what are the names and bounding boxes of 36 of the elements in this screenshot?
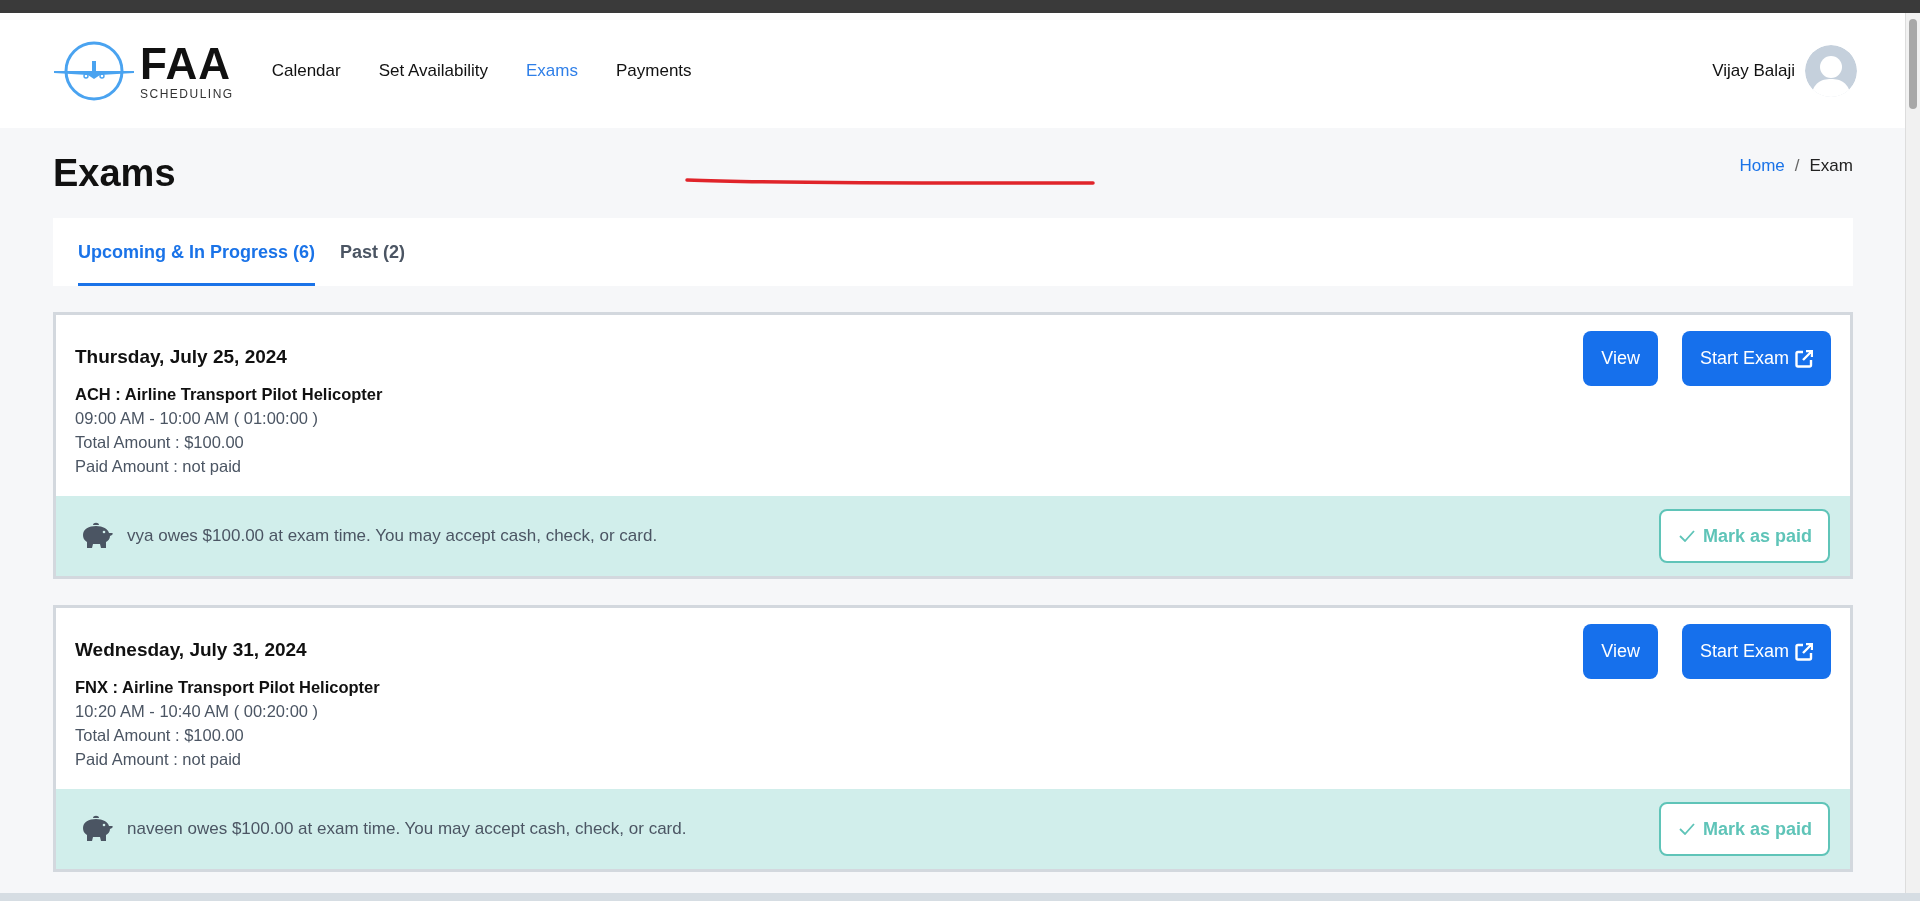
- nav-link[interactable]: Payments: [615, 60, 692, 81]
- tab[interactable]: Past (2): [340, 218, 406, 286]
- exam-date: Wednesday, July 31, 2024: [75, 639, 308, 661]
- total-amount: Total Amount : $100.00: [75, 433, 245, 452]
- breadcrumb-separator: /: [1794, 156, 1800, 176]
- view-button[interactable]: View: [1583, 624, 1658, 679]
- external-link-icon: [1795, 642, 1813, 661]
- check-icon: [1678, 530, 1695, 542]
- exam-time: 09:00 AM - 10:00 AM ( 01:00:00 ): [75, 409, 320, 428]
- exam-title: FNX : Airline Transport Pilot Helicopter: [75, 678, 380, 697]
- start-exam-button[interactable]: Start Exam: [1681, 624, 1831, 679]
- total-amount: Total Amount : $100.00: [75, 726, 245, 745]
- nav-link[interactable]: Calendar: [271, 60, 341, 81]
- nav-link[interactable]: Set Availability: [378, 60, 488, 81]
- user-name[interactable]: Vijay Balaji: [1712, 60, 1795, 81]
- brand-name: FAA: [140, 41, 232, 86]
- nav-link[interactable]: Exams: [526, 60, 578, 81]
- paid-amount: Paid Amount : not paid: [75, 457, 243, 476]
- view-button[interactable]: View: [1583, 331, 1658, 386]
- breadcrumb-current: Exam: [1809, 156, 1853, 176]
- avatar-icon[interactable]: [1805, 44, 1857, 97]
- tab[interactable]: Upcoming & In Progress (6): [78, 218, 316, 286]
- payment-note: vya owes $100.00 at exam time. You may accept cash, check, or card.: [127, 526, 658, 546]
- brand-tagline: SCHEDULING: [140, 87, 234, 100]
- exam-time: 10:20 AM - 10:40 AM ( 00:20:00 ): [75, 702, 320, 721]
- exam-date: Thursday, July 25, 2024: [75, 346, 288, 368]
- scrollbar[interactable]: [1905, 13, 1920, 893]
- exam-title: ACH : Airline Transport Pilot Helicopter: [75, 385, 383, 404]
- breadcrumb-link[interactable]: Home: [1739, 156, 1785, 176]
- external-link-icon: [1795, 349, 1813, 368]
- check-icon: [1678, 823, 1695, 835]
- scrollbar-thumb[interactable]: [1909, 19, 1917, 109]
- start-exam-button[interactable]: Start Exam: [1681, 331, 1831, 386]
- payment-note: naveen owes $100.00 at exam time. You may accept cash, check, or card.: [127, 819, 687, 839]
- paid-amount: Paid Amount : not paid: [75, 750, 243, 769]
- page-title: Exams: [53, 151, 177, 195]
